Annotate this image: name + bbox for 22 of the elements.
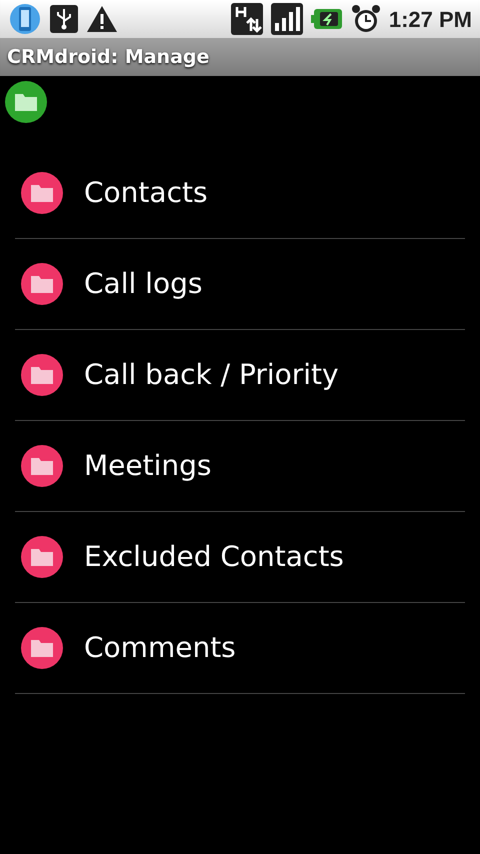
folder-icon [20,444,64,488]
warning-icon [86,5,118,33]
alarm-clock-icon [350,3,381,35]
network-icon [230,3,263,35]
menu-item[interactable]: Contacts [15,148,465,239]
usb-icon [50,5,78,33]
battery-charging-icon [310,7,343,31]
folder-icon [20,171,64,215]
folder-icon [20,626,64,670]
folder-icon [20,535,64,579]
menu-item[interactable]: Meetings [15,421,465,512]
menu-item[interactable]: Excluded Contacts [15,512,465,603]
window-title: CRMdroid: Manage [7,44,210,70]
folder-icon [20,262,64,306]
folder-icon [4,80,48,124]
folder-icon [20,353,64,397]
menu-item[interactable]: Call logs [15,239,465,330]
menu-item[interactable]: Comments [15,603,465,694]
signal-icon [270,3,303,35]
phone-gear-icon [8,2,42,36]
status-time: 1:27 PM [388,6,472,34]
menu-item[interactable]: Call back / Priority [15,330,465,421]
